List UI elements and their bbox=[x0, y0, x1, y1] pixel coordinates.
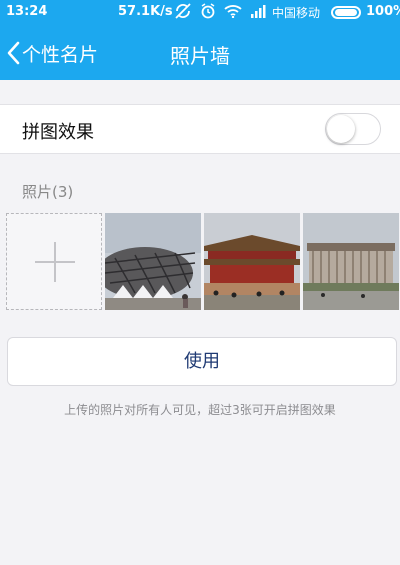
wifi-icon bbox=[224, 4, 242, 22]
status-bar: 13:24 57.1K/s 中国移动 100% bbox=[0, 0, 400, 24]
battery-icon bbox=[331, 6, 361, 19]
photo-forbidden-city[interactable] bbox=[204, 213, 300, 310]
collage-effect-toggle[interactable] bbox=[325, 113, 381, 145]
add-photo-button[interactable] bbox=[6, 213, 102, 310]
status-speed: 57.1K/s bbox=[118, 4, 173, 19]
alarm-icon bbox=[200, 3, 216, 23]
photo-grid bbox=[6, 213, 399, 310]
signal-icon bbox=[250, 4, 266, 22]
status-time: 13:24 bbox=[6, 4, 48, 19]
nav-bar: 个性名片 照片墙 bbox=[0, 26, 400, 80]
status-carrier: 中国移动 bbox=[272, 6, 321, 20]
collage-effect-label: 拼图效果 bbox=[22, 122, 94, 143]
sync-off-icon bbox=[174, 3, 192, 23]
photo-birds-nest[interactable] bbox=[105, 213, 201, 310]
toggle-knob bbox=[327, 115, 355, 143]
header: 13:24 57.1K/s 中国移动 100% 个性名片 照片墙 bbox=[0, 0, 400, 80]
collage-effect-row: 拼图效果 bbox=[0, 104, 400, 154]
photos-count-label: 照片(3) bbox=[22, 183, 74, 201]
plus-icon bbox=[35, 242, 75, 282]
status-icons bbox=[174, 3, 266, 23]
photo-memorial-hall[interactable] bbox=[303, 213, 399, 310]
use-button[interactable]: 使用 bbox=[7, 337, 397, 386]
page-title: 照片墙 bbox=[170, 44, 230, 68]
status-battery: 100% bbox=[366, 4, 400, 19]
hint-text: 上传的照片对所有人可见，超过3张可开启拼图效果 bbox=[64, 403, 336, 417]
